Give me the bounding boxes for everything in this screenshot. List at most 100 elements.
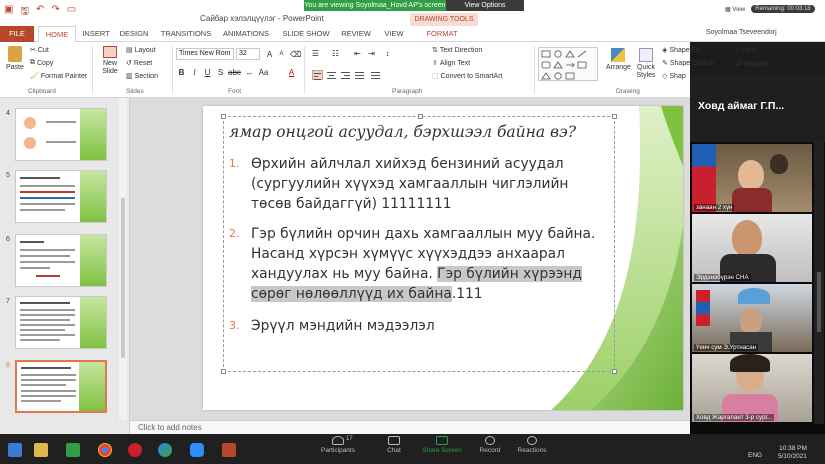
view-options-button[interactable]: View Options [446,0,524,11]
bullet-item-1[interactable]: 1. Өрхийн айлчлал хийхэд бензиний асууда… [229,154,589,214]
quick-styles-button[interactable]: Quick Styles [634,48,658,80]
paste-button[interactable]: Paste [6,46,24,71]
present-icon[interactable]: ▭ [67,4,76,21]
user-name[interactable]: Soyolmaa Tsevеendorj [706,29,777,36]
convert-smartart-button[interactable]: ⬚ Convert to SmartArt [432,72,502,81]
participants-button[interactable]: Participants [314,436,362,454]
taskbar-clock[interactable]: 10:38 PM 5/10/2021 [778,445,807,461]
cut-button[interactable]: ✂ Cut [30,46,49,55]
powerpoint-icon[interactable] [222,443,236,457]
numbering-icon[interactable]: ☷ [330,48,341,59]
resize-handle[interactable] [612,114,617,119]
calculator-icon[interactable] [66,443,80,457]
slide-thumbnail-selected[interactable] [15,360,107,413]
participant-video[interactable]: Үенч сум Э.Уртнасан [692,284,812,352]
edge-icon[interactable] [158,443,172,457]
slide-thumbnail[interactable] [15,170,107,223]
current-slide[interactable]: ямар онцгой асуудал, бэрхшээл байна вэ? … [203,106,683,410]
input-language[interactable]: ENG [748,452,762,459]
shapes-gallery[interactable] [538,47,598,81]
tab-file[interactable]: FILE [0,26,34,42]
tab-transitions[interactable]: TRANSITIONS [158,26,214,42]
resize-handle[interactable] [612,369,617,374]
align-left-icon[interactable] [312,70,323,80]
scrollbar-thumb[interactable] [121,198,125,358]
tab-design[interactable]: DESIGN [116,26,152,42]
slide-thumbnail[interactable] [15,108,107,161]
view-button[interactable]: ▦ View [725,6,745,13]
participant-video[interactable]: занаан 2 хүн [692,144,812,212]
font-size-select[interactable]: 32 [236,48,260,60]
arrange-button[interactable]: Arrange [606,48,631,71]
align-right-icon[interactable] [340,70,351,80]
layout-button[interactable]: ▤ Layout [126,46,156,55]
chrome-icon[interactable] [98,443,112,457]
find-button[interactable]: ⌕ Find [736,46,756,54]
reset-button[interactable]: ↺ Reset [126,59,152,68]
zoom-icon[interactable] [190,443,204,457]
participant-video[interactable]: Эрдэнэбүрэн СНА [692,214,812,282]
format-painter-button[interactable]: 🖌 Format Painter [30,72,87,81]
participant-video[interactable]: Ховд Жаргалант 3-р сург... [692,354,812,422]
decrease-indent-icon[interactable]: ⇤ [352,48,363,59]
resize-handle[interactable] [221,114,226,119]
tab-insert[interactable]: INSERT [80,26,112,42]
opera-icon[interactable] [128,443,142,457]
chat-button[interactable]: Chat [370,436,418,454]
new-slide-button[interactable]: New Slide [98,46,122,76]
bullets-icon[interactable]: ☰ [310,48,321,59]
tab-format[interactable]: FORMAT [418,26,466,42]
replace-button[interactable]: ⇄ Replace [736,60,770,69]
strikethrough-button[interactable]: abc [228,67,241,78]
line-spacing-icon[interactable]: ↕ [382,48,393,59]
bold-button[interactable]: B [176,67,187,78]
text-direction-button[interactable]: ⇅ Text Direction [432,46,482,55]
slide-thumbnails-panel[interactable]: 4 5 6 7 8 [0,98,130,431]
undo-icon[interactable]: ↶ [36,4,44,21]
resize-handle[interactable] [221,369,226,374]
tab-slide-show[interactable]: SLIDE SHOW [280,26,332,42]
section-button[interactable]: ▥ Section [126,72,158,81]
slide-title[interactable]: ямар онцгой асуудал, бэрхшээл байна вэ? [229,123,576,141]
font-color-button[interactable]: A [286,67,297,78]
char-spacing-button[interactable]: ↔ [244,67,255,78]
slide-thumbnail[interactable] [15,234,107,287]
grow-font-icon[interactable]: A [264,49,275,60]
tab-home[interactable]: HOME [38,26,76,42]
zoom-panel-scrollbar[interactable] [814,142,824,424]
increase-indent-icon[interactable]: ⇥ [366,48,377,59]
shrink-font-icon[interactable]: A [276,49,287,60]
align-center-icon[interactable] [326,70,337,80]
tab-view[interactable]: VIEW [380,26,408,42]
tab-review[interactable]: REVIEW [338,26,374,42]
notes-pane[interactable]: Click to add notes [130,420,690,434]
change-case-button[interactable]: Aa [258,67,269,78]
save-icon[interactable]: 🖫 [20,4,29,21]
columns-icon[interactable] [370,70,381,80]
italic-button[interactable]: I [189,67,200,78]
slide-thumbnail[interactable] [15,296,107,349]
bullet-item-3[interactable]: 3. Эрүүл мэндийн мэдээлэл [229,316,589,336]
shape-effects-button[interactable]: ◇ Shap [662,72,686,81]
thumbnails-scrollbar[interactable] [119,98,127,420]
bullet-item-2[interactable]: 2. Гэр бүлийн орчин дахь хамгааллын муу … [229,224,615,304]
zoom-active-speaker[interactable]: Ховд аймаг Г.П... [690,76,825,142]
shape-outline-button[interactable]: ✎ Shape Outline [662,59,714,68]
reactions-button[interactable]: Reactions [508,436,556,454]
justify-icon[interactable] [354,70,365,80]
share-screen-button[interactable]: Share Screen [418,436,466,454]
file-explorer-icon[interactable] [34,443,48,457]
align-text-button[interactable]: ⇳ Align Text [432,59,470,68]
redo-icon[interactable]: ↷ [51,4,59,21]
shape-fill-button[interactable]: ◈ Shape Fill [662,46,701,55]
start-icon[interactable] [8,443,22,457]
shadow-button[interactable]: S [215,67,226,78]
record-button[interactable]: Record [466,436,514,454]
font-name-select[interactable]: Times New Rom [176,48,234,60]
tab-animations[interactable]: ANIMATIONS [220,26,272,42]
copy-button[interactable]: ⧉ Copy [30,59,53,67]
underline-button[interactable]: U [202,67,213,78]
scrollbar-thumb[interactable] [817,272,821,332]
clear-format-icon[interactable]: ⌫ [290,49,301,60]
resize-handle[interactable] [418,114,423,119]
